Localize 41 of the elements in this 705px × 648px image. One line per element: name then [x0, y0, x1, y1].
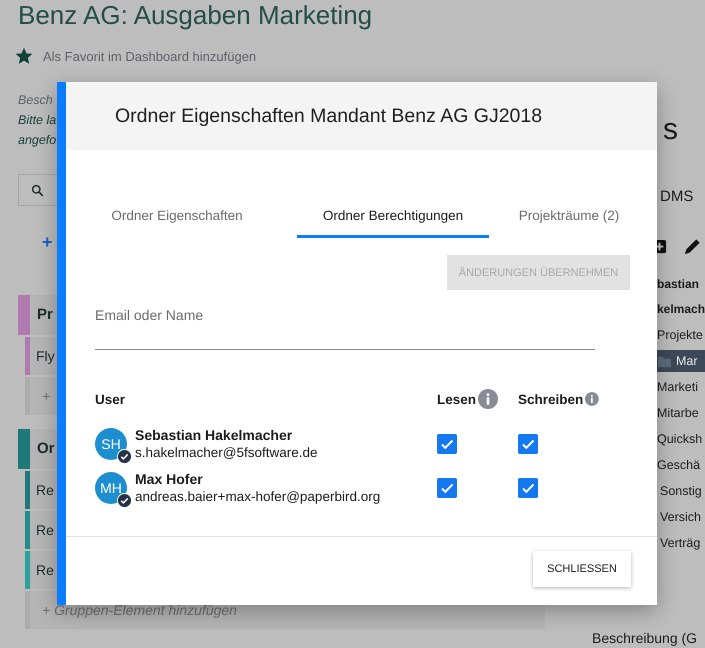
read-checkbox[interactable]	[437, 478, 457, 498]
column-header: Lesen	[437, 392, 476, 406]
info-icon[interactable]	[585, 389, 599, 409]
read-checkbox[interactable]	[437, 434, 457, 454]
star-icon[interactable]	[14, 46, 34, 66]
panel-subheading: DMS	[659, 188, 694, 205]
owner-name: kelmach	[657, 301, 705, 318]
tree-item[interactable]: Verträg	[657, 530, 705, 556]
tab[interactable]: Ordner Berechtigungen	[297, 196, 489, 238]
tab[interactable]: Projekträume (2)	[499, 196, 639, 238]
tree-item[interactable]: Quicksh	[657, 426, 705, 452]
page-title: Benz AG: Ausgaben Marketing	[18, 0, 374, 30]
user-name: Sebastian Hakelmacher	[135, 427, 294, 444]
tab[interactable]: Ordner Eigenschaften	[93, 196, 261, 238]
tree-item[interactable]: Mitarbe	[657, 400, 705, 426]
folder-icon	[657, 354, 672, 368]
owner-name: bastian	[657, 276, 700, 293]
dialog-title: Ordner Eigenschaften Mandant Benz AG GJ2018	[115, 104, 542, 128]
email-or-name-field[interactable]: Email oder Name	[95, 302, 595, 350]
description-text: Besch	[18, 92, 54, 109]
description-text: angefo	[18, 132, 56, 149]
column-header: Schreiben	[518, 392, 584, 406]
tree-item[interactable]: Marketi	[657, 374, 705, 400]
user-name: Max Hofer	[135, 471, 204, 488]
user-email: s.hakelmacher@5fsoftware.de	[135, 444, 318, 461]
panel-heading: s	[662, 112, 679, 148]
description-text: Bitte la	[18, 112, 56, 129]
pencil-icon[interactable]	[683, 237, 702, 256]
write-checkbox[interactable]	[518, 478, 538, 498]
user-email: andreas.baier+max-hofer@paperbird.org	[135, 488, 380, 505]
tree-item[interactable]: Versich	[657, 504, 705, 530]
description-label: Beschreibung (G	[592, 630, 698, 646]
column-header: User	[95, 392, 126, 406]
tree-item[interactable]: Mar	[657, 350, 705, 372]
search-icon	[31, 184, 44, 196]
close-button[interactable]: SCHLIESSEN	[533, 551, 631, 587]
write-checkbox[interactable]	[518, 434, 538, 454]
info-icon[interactable]	[478, 389, 498, 409]
tree-item[interactable]: Projekte	[657, 322, 705, 348]
tree-item[interactable]: Sonstig	[657, 478, 705, 504]
tree-item[interactable]: Geschä	[657, 452, 705, 478]
